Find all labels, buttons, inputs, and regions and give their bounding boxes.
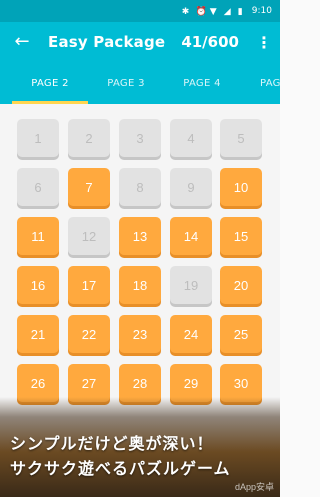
banner-line-1: シンプルだけど奥が深い！	[10, 434, 214, 453]
tab-page-2[interactable]: PAGE 2	[12, 62, 88, 104]
status-time: 9:10	[251, 6, 272, 16]
bluetooth-icon: ✱	[181, 6, 190, 17]
alarm-icon: ⏰	[195, 6, 207, 17]
level-tile-14[interactable]: 14	[170, 217, 212, 255]
level-tile-6[interactable]: 6	[17, 168, 59, 206]
level-tile-21[interactable]: 21	[17, 315, 59, 353]
level-tile-5[interactable]: 5	[220, 119, 262, 157]
page-title: Easy Package	[48, 33, 166, 51]
page-tabs: PAGE 2 PAGE 3 PAGE 4 PAGE	[0, 62, 280, 104]
level-tile-4[interactable]: 4	[170, 119, 212, 157]
level-tile-25[interactable]: 25	[220, 315, 262, 353]
level-tile-12[interactable]: 12	[68, 217, 110, 255]
tab-page-5[interactable]: PAGE	[240, 62, 280, 104]
level-tile-2[interactable]: 2	[68, 119, 110, 157]
level-tile-23[interactable]: 23	[119, 315, 161, 353]
more-vert-icon[interactable]: ⋮	[254, 28, 274, 56]
level-tile-3[interactable]: 3	[119, 119, 161, 157]
status-bar: ✱ ⏰ ▼ ◢ ▮ 9:10	[0, 0, 280, 22]
promo-banner: シンプルだけど奥が深い！ サクサク遊べるパズルゲーム dApp安卓	[0, 397, 280, 497]
tab-page-3[interactable]: PAGE 3	[88, 62, 164, 104]
level-tile-9[interactable]: 9	[170, 168, 212, 206]
level-tile-10[interactable]: 10	[220, 168, 262, 206]
banner-line-2: サクサク遊べるパズルゲーム	[10, 459, 231, 478]
level-tile-13[interactable]: 13	[119, 217, 161, 255]
level-tile-17[interactable]: 17	[68, 266, 110, 304]
back-arrow-icon[interactable]: ←	[8, 28, 36, 56]
level-tile-11[interactable]: 11	[17, 217, 59, 255]
level-tile-19[interactable]: 19	[170, 266, 212, 304]
level-tile-7[interactable]: 7	[68, 168, 110, 206]
watermark-logo: dApp安卓	[234, 482, 274, 492]
progress-counter: 41/600	[181, 33, 239, 51]
battery-icon: ▮	[237, 6, 243, 17]
level-tile-20[interactable]: 20	[220, 266, 262, 304]
signal-icon: ◢	[223, 6, 231, 17]
wifi-icon: ▼	[209, 6, 217, 17]
level-tile-16[interactable]: 16	[17, 266, 59, 304]
level-tile-24[interactable]: 24	[170, 315, 212, 353]
level-tile-8[interactable]: 8	[119, 168, 161, 206]
level-tile-18[interactable]: 18	[119, 266, 161, 304]
level-tile-15[interactable]: 15	[220, 217, 262, 255]
level-tile-1[interactable]: 1	[17, 119, 59, 157]
tab-page-4[interactable]: PAGE 4	[164, 62, 240, 104]
app-bar: ← Easy Package 41/600 ⋮	[0, 22, 280, 62]
level-tile-22[interactable]: 22	[68, 315, 110, 353]
